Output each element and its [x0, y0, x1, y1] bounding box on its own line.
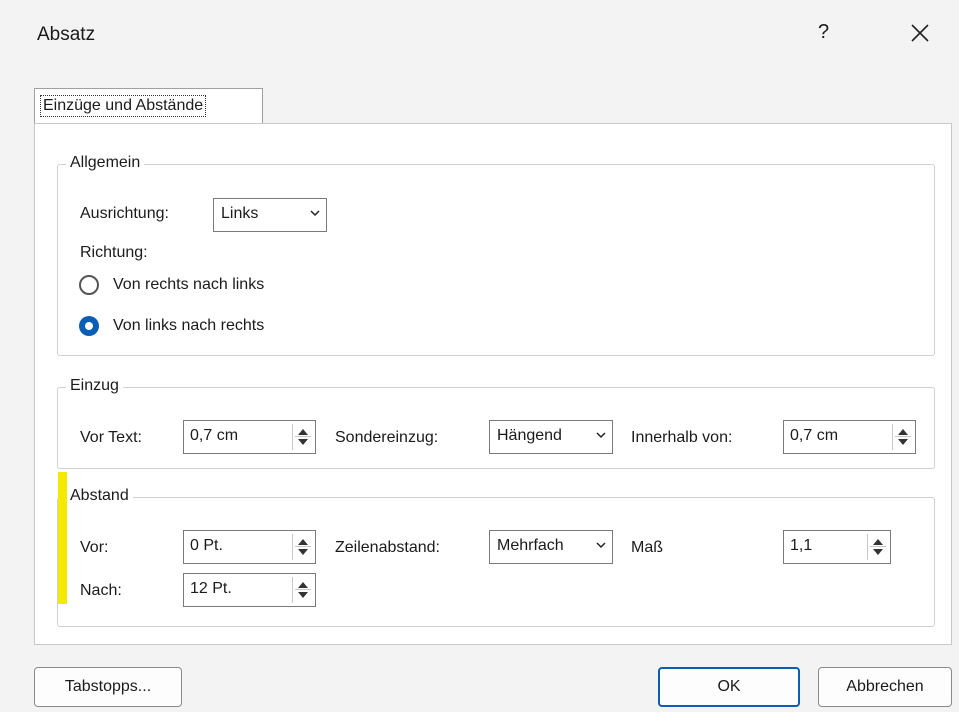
line-spacing-value: Mehrfach [497, 537, 564, 554]
chevron-down-icon [596, 432, 606, 439]
indent-by-value: 0,7 cm [790, 427, 839, 444]
spacing-after-value: 12 Pt. [190, 580, 232, 597]
dialog-title: Absatz [37, 24, 96, 45]
before-text-spinner[interactable]: 0,7 cm [183, 420, 316, 454]
spinner-arrows-icon[interactable] [292, 577, 311, 603]
spinner-arrows-icon[interactable] [892, 424, 911, 450]
general-heading: Allgemein [66, 154, 145, 172]
before-text-value: 0,7 cm [190, 427, 239, 444]
alignment-label: Ausrichtung: [80, 205, 169, 222]
radio-ltr-label: Von links nach rechts [113, 317, 265, 334]
spacing-after-label: Nach: [80, 582, 122, 599]
direction-label: Richtung: [80, 244, 148, 261]
title-bar: Absatz ? [0, 0, 959, 70]
tab-label: Einzüge und Abstände [40, 95, 207, 117]
alignment-value: Links [221, 205, 259, 222]
ok-button[interactable]: OK [658, 667, 800, 707]
radio-ltr[interactable] [79, 316, 99, 336]
spacing-before-label: Vor: [80, 539, 109, 556]
spacing-heading: Abstand [66, 487, 133, 505]
tabs-button[interactable]: Tabstopps... [34, 667, 182, 707]
chevron-down-icon [596, 542, 606, 549]
special-indent-label: Sondereinzug: [335, 429, 439, 446]
spinner-arrows-icon[interactable] [292, 424, 311, 450]
spacing-before-value: 0 Pt. [190, 537, 223, 554]
line-spacing-select[interactable]: Mehrfach [489, 530, 613, 564]
line-spacing-at-value: 1,1 [790, 537, 813, 554]
spacing-before-spinner[interactable]: 0 Pt. [183, 530, 316, 564]
indent-heading: Einzug [66, 377, 123, 395]
radio-rtl-label: Von rechts nach links [113, 276, 265, 293]
indent-by-label: Innerhalb von: [631, 429, 733, 446]
before-text-label: Vor Text: [80, 429, 142, 446]
indent-by-spinner[interactable]: 0,7 cm [783, 420, 916, 454]
tab-panel: Allgemein Ausrichtung: Links Richtung: V… [34, 123, 952, 645]
spacing-after-spinner[interactable]: 12 Pt. [183, 573, 316, 607]
special-indent-select[interactable]: Hängend [489, 420, 613, 454]
highlight-marker [58, 472, 67, 604]
spinner-arrows-icon[interactable] [292, 534, 311, 560]
chevron-down-icon [310, 210, 320, 217]
line-spacing-at-label: Maß [631, 539, 663, 556]
line-spacing-label: Zeilenabstand: [335, 539, 440, 556]
help-button[interactable]: ? [818, 21, 829, 44]
tab-indents-spacing[interactable]: Einzüge und Abstände [34, 88, 263, 124]
special-indent-value: Hängend [497, 427, 562, 444]
spinner-arrows-icon[interactable] [867, 534, 886, 560]
cancel-button[interactable]: Abbrechen [818, 667, 952, 707]
radio-rtl[interactable] [79, 275, 99, 295]
alignment-select[interactable]: Links [213, 198, 327, 232]
line-spacing-at-spinner[interactable]: 1,1 [783, 530, 891, 564]
close-icon[interactable] [905, 18, 935, 48]
